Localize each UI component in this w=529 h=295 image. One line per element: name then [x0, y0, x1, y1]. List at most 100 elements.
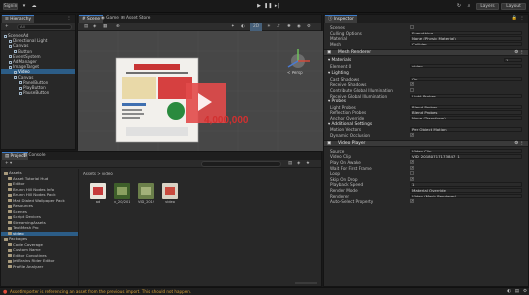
property-row: Motion Vectors Per Object Motion	[324, 127, 528, 132]
property-field[interactable]: video	[410, 63, 522, 68]
tab-asset-store[interactable]: ⊞ Asset Store	[118, 15, 153, 23]
gameobject-icon	[14, 70, 17, 74]
account-dropdown-icon[interactable]: ▾	[20, 3, 28, 10]
property-row: Playback Speed 1	[324, 182, 528, 187]
asset-item[interactable]: ad	[90, 183, 106, 204]
video-player-header[interactable]: ▣ Video Player ⚙ ⋮	[324, 140, 528, 148]
layers-dropdown[interactable]: Layers	[476, 3, 499, 10]
probes-section[interactable]: ▾ Probes	[324, 99, 346, 104]
gameobject-icon	[14, 76, 17, 80]
cloud-icon[interactable]: ☁	[30, 3, 38, 10]
property-label: Renderer	[330, 193, 350, 199]
gameobject-icon	[9, 44, 12, 48]
property-checkbox[interactable]: ✓	[410, 82, 414, 87]
materials-count-field[interactable]: 1	[504, 57, 522, 63]
property-field[interactable]: On	[410, 76, 522, 82]
tab-hierarchy[interactable]: ☰ Hierarchy	[2, 15, 34, 23]
property-row: Receive Global Illumination Light Probes	[324, 93, 528, 99]
cache-icon[interactable]: ▤	[515, 288, 519, 295]
property-field[interactable]: None (Physic Material)	[410, 36, 522, 41]
mesh-renderer-header[interactable]: ▣ Mesh Renderer ⚙ ⋮	[324, 49, 528, 57]
property-label: Motion Vectors	[330, 127, 362, 133]
property-label: Source	[330, 148, 345, 154]
lighting-icon[interactable]: ☀	[264, 23, 274, 31]
property-field[interactable]: 1	[410, 182, 522, 187]
camera-icon[interactable]: ◐	[238, 23, 248, 31]
property-checkbox[interactable]	[410, 171, 414, 176]
lighting-section[interactable]: ▾ Lighting	[324, 71, 349, 76]
property-checkbox[interactable]: ✓	[410, 176, 414, 181]
step-icon[interactable]: ▸|	[273, 3, 281, 10]
property-checkbox[interactable]: ✓	[410, 165, 414, 170]
property-row: Skip On Drop ✓	[324, 176, 528, 182]
fx-icon[interactable]: ✺	[284, 23, 294, 31]
property-field[interactable]: Material Override	[410, 188, 522, 193]
pivot-icon[interactable]: ⊕	[113, 23, 123, 31]
gizmos-icon[interactable]: ⚙	[304, 23, 314, 31]
property-row: Light Probes Blend Probes	[324, 104, 528, 110]
property-field[interactable]: Blend Probes	[410, 104, 522, 110]
materials-foldout[interactable]: ▾ Materials	[324, 58, 351, 63]
progress-icon[interactable]: ◐	[507, 288, 511, 295]
asset-label: ad	[95, 200, 101, 204]
tab-game-label: Game	[106, 16, 119, 21]
audio-icon[interactable]: ♪	[274, 23, 283, 31]
search-icon[interactable]: ⌕	[465, 3, 473, 10]
property-checkbox[interactable]: ✓	[410, 132, 414, 137]
gizmo-grid-icon[interactable]: ▦	[100, 23, 110, 31]
property-checkbox[interactable]: ✓	[410, 199, 414, 204]
property-field[interactable]: Per Object Motion	[410, 127, 522, 132]
status-message[interactable]: AssetImporter is referencing an asset fr…	[10, 289, 191, 295]
component-icon: ▣	[327, 141, 332, 147]
probes-section-label: Probes	[331, 99, 346, 105]
asset-item[interactable]: video	[162, 183, 178, 204]
component-menu-icon[interactable]: ⚙ ⋮	[514, 50, 524, 56]
ad-image	[115, 57, 199, 143]
persp-label[interactable]: < Persp	[287, 71, 303, 76]
account-button[interactable]: Signin	[3, 3, 18, 10]
property-label: Receive Global Illumination	[330, 93, 388, 99]
debug-icon[interactable]: ⚙	[523, 288, 527, 295]
property-field[interactable]: None (Transform)	[410, 115, 522, 121]
hierarchy-search-input[interactable]: All	[17, 24, 72, 30]
property-row: Dynamic Occlusion ✓	[324, 132, 528, 138]
property-field[interactable]: VID_20180717173847_1	[410, 154, 522, 159]
mode-2d-toggle[interactable]: 2D	[250, 23, 263, 31]
lighting-section-label: Lighting	[331, 71, 349, 77]
property-label: Light Probes	[330, 104, 356, 110]
property-checkbox[interactable]	[410, 25, 414, 29]
property-checkbox[interactable]	[410, 87, 414, 92]
add-button[interactable]: +	[2, 23, 12, 31]
property-label: Dynamic Occlusion	[330, 132, 371, 138]
tab-inspector[interactable]: ⓘ Inspector	[325, 15, 357, 23]
scene-tabbar: # Scene ◉ Game ⊞ Asset Store	[78, 15, 321, 23]
property-row: Contribute Global Illumination	[324, 87, 528, 93]
hierarchy-item[interactable]: PauseButton	[1, 90, 75, 95]
component-menu-icon[interactable]: ⚙ ⋮	[514, 141, 524, 147]
video-player-header-title: Video Player	[338, 141, 366, 147]
additional-settings-section[interactable]: ▾ Additional Settings	[324, 122, 372, 127]
layout-dropdown[interactable]: Layout	[501, 3, 526, 10]
effects-icon[interactable]: ✦	[228, 23, 238, 31]
property-field[interactable]: Blend Probes	[410, 110, 522, 115]
visibility-icon[interactable]: ◉	[294, 23, 304, 31]
history-icon[interactable]: ↻	[455, 3, 463, 10]
play-icon[interactable]: ▶	[255, 3, 263, 10]
asset-item[interactable]: v_20/2019	[114, 183, 130, 204]
scene-viewport[interactable]: 4,000,000	[78, 31, 323, 151]
property-field[interactable]: Video Clip	[410, 148, 522, 154]
view-tool-icon[interactable]: ◈	[90, 23, 99, 31]
property-field[interactable]: Everything	[410, 30, 522, 36]
property-label: Wait For First Frame	[330, 165, 372, 171]
property-field[interactable]: Video (Mesh Renderer)	[410, 193, 522, 199]
pause-icon[interactable]: ❚❚	[264, 3, 272, 10]
panel-menu-icon[interactable]: ⋮	[64, 15, 74, 23]
hierarchy-panel: ☰ Hierarchy ⋮ + All ScenesAd Directional …	[0, 14, 76, 150]
hierarchy-search-placeholder: All	[20, 24, 25, 29]
property-field[interactable]: Collider	[410, 41, 522, 47]
asset-item[interactable]: VID_20190	[138, 183, 154, 204]
panel-menu-icon[interactable]: ⋮	[517, 15, 527, 23]
zoom-slider[interactable]	[295, 282, 317, 284]
property-checkbox[interactable]: ✓	[410, 160, 414, 164]
property-field[interactable]: Light Probes	[410, 93, 522, 98]
